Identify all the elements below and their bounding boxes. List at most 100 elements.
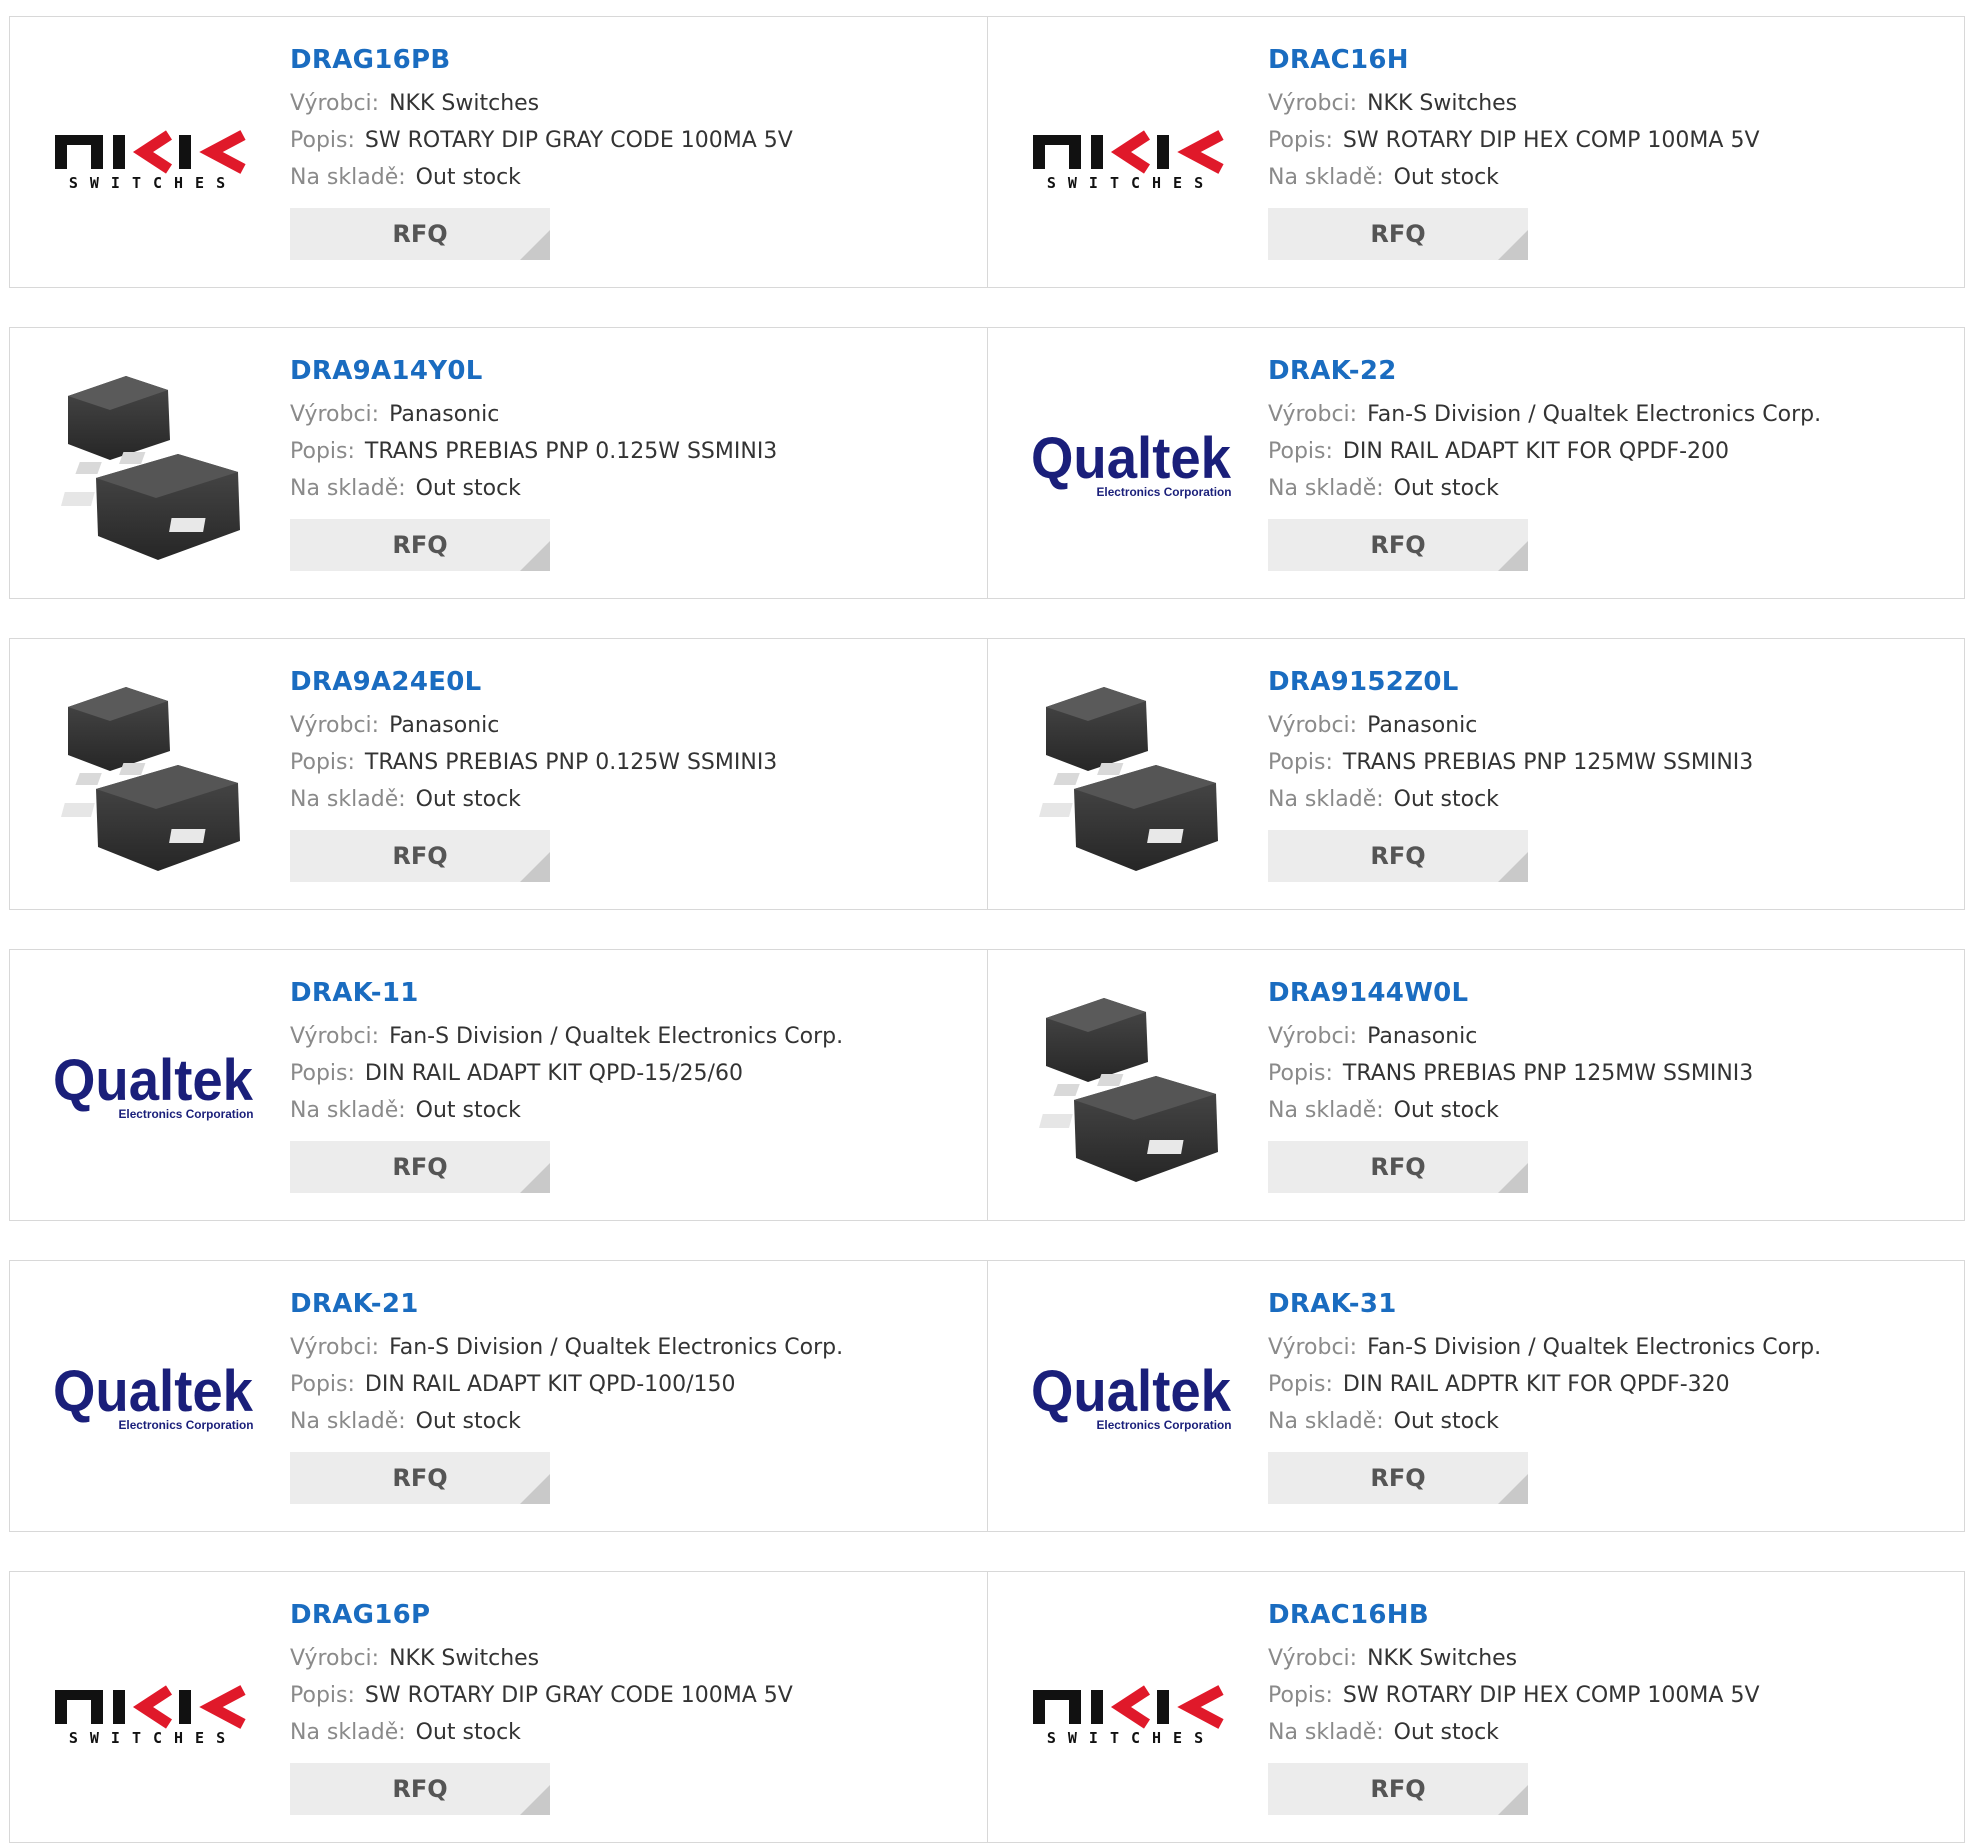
part-number-link[interactable]: DRA9A24E0L [290, 667, 777, 697]
part-number-link[interactable]: DRAC16HB [1268, 1600, 1760, 1630]
logo-text: Qualtek [1031, 1361, 1232, 1424]
part-number-link[interactable]: DRA9A14Y0L [290, 356, 777, 386]
rfq-button-label: RFQ [1370, 1775, 1426, 1803]
stock-value: Out stock [1393, 787, 1499, 812]
rfq-button[interactable]: RFQ [1268, 1763, 1528, 1815]
product-card: DRA9A24E0L Výrobci: Panasonic Popis: TRANS P… [10, 639, 987, 909]
stock-value: Out stock [1393, 1720, 1499, 1745]
product-card: Qualtek Electronics Corporation DRAK-22 Výr… [987, 328, 1964, 598]
stock-line: Na skladě: Out stock [290, 159, 793, 196]
stock-label: Na skladě: [1268, 165, 1384, 190]
manufacturer-label: Výrobci: [290, 402, 380, 427]
manufacturer-line: Výrobci: NKK Switches [1268, 1640, 1760, 1677]
product-card: SWITCHES DRAG16P Výrobci: NKK Switches Popis… [10, 1572, 987, 1842]
nkk-switches-logo: SWITCHES [1032, 130, 1224, 192]
description-line: Popis: DIN RAIL ADAPT KIT FOR QPDF-200 [1268, 433, 1821, 470]
stock-label: Na skladě: [1268, 1720, 1384, 1745]
description-line: Popis: TRANS PREBIAS PNP 0.125W SSMINI3 [290, 433, 777, 470]
product-thumbnail[interactable] [1026, 679, 1236, 879]
description-line: Popis: DIN RAIL ADAPT KIT QPD-100/150 [290, 1366, 843, 1403]
description-value: DIN RAIL ADAPT KIT FOR QPDF-200 [1342, 439, 1730, 464]
description-label: Popis: [1268, 1372, 1333, 1397]
rfq-button[interactable]: RFQ [290, 519, 550, 571]
description-line: Popis: TRANS PREBIAS PNP 0.125W SSMINI3 [290, 744, 777, 781]
qualtek-logo: QualtekElectronics Corporation [1031, 1361, 1232, 1432]
rfq-button-label: RFQ [1370, 531, 1426, 559]
stock-line: Na skladě: Out stock [1268, 159, 1760, 196]
product-thumbnail[interactable]: Qualtek Electronics Corporation [48, 1301, 258, 1501]
part-number-link[interactable]: DRAC16H [1268, 45, 1760, 75]
rfq-button[interactable]: RFQ [1268, 830, 1528, 882]
manufacturer-line: Výrobci: Panasonic [1268, 707, 1753, 744]
corner-fold-icon [520, 230, 550, 260]
rfq-button[interactable]: RFQ [1268, 208, 1528, 260]
product-info: DRA9144W0L Výrobci: Panasonic Popis: TRANS P… [1268, 978, 1753, 1193]
product-info: DRAK-11 Výrobci: Fan-S Division / Qualtek … [290, 978, 843, 1193]
description-line: Popis: SW ROTARY DIP HEX COMP 100MA 5V [1268, 1677, 1760, 1714]
stock-label: Na skladě: [290, 165, 406, 190]
product-card: Qualtek Electronics Corporation DRAK-11 Výr… [10, 950, 987, 1220]
part-number-link[interactable]: DRAK-22 [1268, 356, 1821, 386]
description-label: Popis: [1268, 750, 1333, 775]
part-number-link[interactable]: DRAK-11 [290, 978, 843, 1008]
rfq-button[interactable]: RFQ [290, 208, 550, 260]
product-info: DRAG16P Výrobci: NKK Switches Popis: SW ROTA… [290, 1600, 793, 1815]
rfq-button-label: RFQ [1370, 1464, 1426, 1492]
rfq-button[interactable]: RFQ [1268, 1141, 1528, 1193]
part-number-link[interactable]: DRA9152Z0L [1268, 667, 1753, 697]
product-thumbnail[interactable] [48, 368, 258, 568]
part-number-link[interactable]: DRAG16P [290, 1600, 793, 1630]
corner-fold-icon [1498, 1785, 1528, 1815]
product-card: DRA9152Z0L Výrobci: Panasonic Popis: TRANS P… [987, 639, 1964, 909]
product-thumbnail[interactable] [48, 679, 258, 879]
transistor-package-image [1039, 687, 1218, 871]
part-number-link[interactable]: DRAK-31 [1268, 1289, 1821, 1319]
product-thumbnail[interactable]: SWITCHES [48, 57, 258, 257]
rfq-button[interactable]: RFQ [1268, 519, 1528, 571]
product-info: DRAK-22 Výrobci: Fan-S Division / Qualtek … [1268, 356, 1821, 571]
product-thumbnail[interactable] [1026, 990, 1236, 1190]
product-info: DRAG16PB Výrobci: NKK Switches Popis: SW ROT… [290, 45, 793, 260]
qualtek-logo: QualtekElectronics Corporation [53, 1361, 254, 1432]
description-line: Popis: SW ROTARY DIP HEX COMP 100MA 5V [1268, 122, 1760, 159]
product-info: DRAK-21 Výrobci: Fan-S Division / Qualtek … [290, 1289, 843, 1504]
rfq-button-label: RFQ [1370, 842, 1426, 870]
stock-line: Na skladě: Out stock [1268, 781, 1753, 818]
product-row: DRA9A24E0L Výrobci: Panasonic Popis: TRANS P… [9, 638, 1965, 910]
stock-line: Na skladě: Out stock [290, 1714, 793, 1751]
product-info: DRAC16H Výrobci: NKK Switches Popis: SW ROTA… [1268, 45, 1760, 260]
product-thumbnail[interactable]: SWITCHES [1026, 57, 1236, 257]
stock-line: Na skladě: Out stock [1268, 1714, 1760, 1751]
rfq-button[interactable]: RFQ [290, 1763, 550, 1815]
part-number-link[interactable]: DRAK-21 [290, 1289, 843, 1319]
part-number-link[interactable]: DRA9144W0L [1268, 978, 1753, 1008]
rfq-button[interactable]: RFQ [290, 1141, 550, 1193]
manufacturer-value: Fan-S Division / Qualtek Electronics Cor… [1367, 402, 1822, 427]
product-thumbnail[interactable]: SWITCHES [48, 1612, 258, 1812]
product-thumbnail[interactable]: Qualtek Electronics Corporation [1026, 1301, 1236, 1501]
product-thumbnail[interactable]: Qualtek Electronics Corporation [48, 990, 258, 1190]
nkk-switches-logo: SWITCHES [54, 1685, 246, 1747]
manufacturer-line: Výrobci: NKK Switches [1268, 85, 1760, 122]
manufacturer-line: Výrobci: Panasonic [290, 707, 777, 744]
product-card: SWITCHES DRAG16PB Výrobci: NKK Switches Popi… [10, 17, 987, 287]
manufacturer-line: Výrobci: NKK Switches [290, 85, 793, 122]
description-label: Popis: [290, 1372, 355, 1397]
logo-subtext: Electronics Corporation [118, 1418, 253, 1432]
rfq-button-label: RFQ [1370, 1153, 1426, 1181]
manufacturer-line: Výrobci: Fan-S Division / Qualtek Electro… [290, 1329, 843, 1366]
rfq-button[interactable]: RFQ [290, 1452, 550, 1504]
logo-text: Qualtek [1031, 428, 1232, 491]
description-value: TRANS PREBIAS PNP 125MW SSMINI3 [1342, 1061, 1754, 1086]
manufacturer-line: Výrobci: Panasonic [290, 396, 777, 433]
product-row: SWITCHES DRAG16PB Výrobci: NKK Switches Popi… [9, 16, 1965, 288]
rfq-button-label: RFQ [392, 1775, 448, 1803]
stock-value: Out stock [415, 476, 521, 501]
part-number-link[interactable]: DRAG16PB [290, 45, 793, 75]
product-thumbnail[interactable]: SWITCHES [1026, 1612, 1236, 1812]
corner-fold-icon [1498, 1474, 1528, 1504]
stock-value: Out stock [1393, 1409, 1499, 1434]
product-thumbnail[interactable]: Qualtek Electronics Corporation [1026, 368, 1236, 568]
rfq-button[interactable]: RFQ [290, 830, 550, 882]
rfq-button[interactable]: RFQ [1268, 1452, 1528, 1504]
